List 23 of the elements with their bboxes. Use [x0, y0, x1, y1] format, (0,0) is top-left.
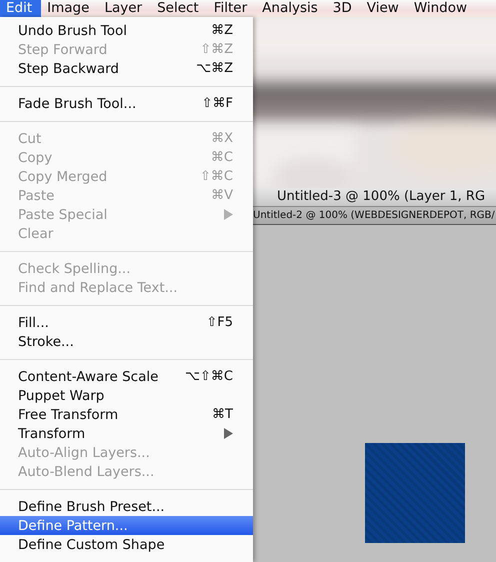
menu-bar-item[interactable]: Select — [151, 0, 208, 17]
menu-bar-item[interactable]: Edit — [0, 0, 42, 17]
menu-item[interactable]: Define Pattern... — [0, 516, 253, 535]
menu-bar-item[interactable]: Layer — [98, 0, 152, 17]
menu-item[interactable]: Stroke... — [0, 332, 253, 351]
document-tab[interactable]: Untitled-2 @ 100% (WEBDESIGNERDEPOT, RGB/ — [253, 207, 496, 225]
menu-item[interactable]: Define Brush Preset... — [0, 497, 253, 516]
window-title: Untitled-3 @ 100% (Layer 1, RG — [253, 188, 496, 207]
menu-item[interactable]: Undo Brush Tool ⌘Z — [0, 21, 253, 40]
menu-item[interactable]: Fill... ⇧F5 — [0, 313, 253, 332]
menu-item[interactable]: Content-Aware Scale ⌥⇧⌘C — [0, 367, 253, 386]
menu-item[interactable]: Free Transform ⌘T — [0, 405, 253, 424]
menu-bar-item[interactable]: Image — [41, 0, 98, 17]
menu-bar-item[interactable]: 3D — [326, 0, 361, 17]
menu-bar-item[interactable]: View — [360, 0, 408, 17]
menu-bar-item[interactable]: Window — [408, 0, 476, 17]
menu-item[interactable]: Puppet Warp — [0, 386, 253, 405]
menu-item[interactable]: Transform — [0, 424, 253, 443]
menu-item[interactable]: Step Backward ⌥⌘Z — [0, 59, 253, 78]
menu-bar-item[interactable]: Analysis — [256, 0, 327, 17]
menu-bar-item[interactable]: Filter — [208, 0, 256, 17]
menu-item[interactable]: Define Custom Shape — [0, 535, 253, 554]
menu-item[interactable]: Fade Brush Tool... ⇧⌘F — [0, 94, 253, 113]
